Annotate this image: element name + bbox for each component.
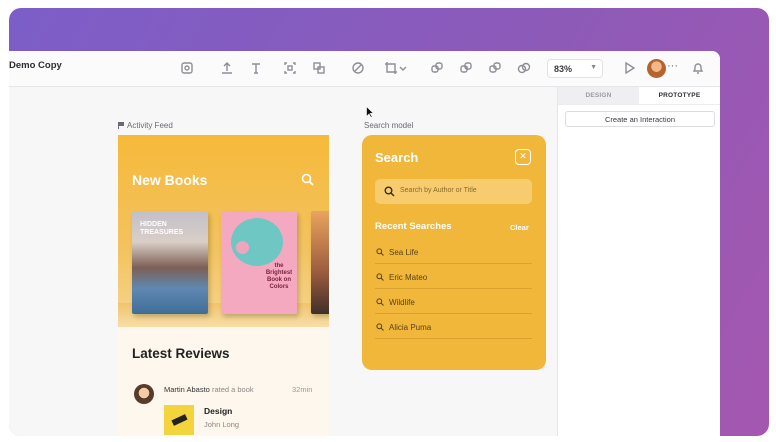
component-icon[interactable] bbox=[429, 60, 445, 76]
review-book-title[interactable]: Design bbox=[204, 406, 232, 416]
intersect-icon[interactable] bbox=[487, 60, 503, 76]
upload-icon[interactable] bbox=[219, 60, 235, 76]
search-icon bbox=[376, 273, 384, 281]
clear-button[interactable]: Clear bbox=[510, 223, 529, 232]
search-placeholder: Search by Author or Title bbox=[400, 187, 477, 194]
create-interaction-button[interactable]: Create an Interaction bbox=[565, 111, 715, 127]
review-action: rated a book bbox=[211, 385, 254, 394]
latest-reviews-section: Latest Reviews Martin Abasto rated a boo… bbox=[118, 327, 329, 436]
zoom-value: 83% bbox=[554, 64, 573, 74]
inspector-panel: DESIGN PROTOTYPE Create an Interaction bbox=[557, 87, 720, 436]
search-icon bbox=[376, 323, 384, 331]
tab-prototype[interactable]: PROTOTYPE bbox=[639, 87, 720, 104]
play-icon[interactable] bbox=[621, 60, 637, 76]
review-time: 32min bbox=[292, 385, 313, 394]
recent-search-item[interactable]: Sea Life bbox=[375, 239, 532, 264]
search-input[interactable]: Search by Author or Title bbox=[375, 179, 532, 204]
flag-icon bbox=[118, 122, 124, 129]
search-icon bbox=[376, 298, 384, 306]
search-modal-frame[interactable]: Search ✕ Search by Author or Title Recen… bbox=[362, 135, 546, 370]
screenshot-frame: Demo Copy 83% ▼ ··· Activity Feed Search… bbox=[0, 0, 776, 442]
close-icon[interactable]: ✕ bbox=[515, 149, 531, 165]
review-user[interactable]: Martin Abasto bbox=[164, 385, 210, 394]
group-icon[interactable] bbox=[311, 60, 327, 76]
mouse-cursor-icon bbox=[366, 106, 374, 118]
tab-design[interactable]: DESIGN bbox=[558, 87, 639, 104]
text-tool-icon[interactable] bbox=[248, 60, 264, 76]
frame-icon[interactable] bbox=[179, 60, 195, 76]
review-book-cover[interactable] bbox=[164, 405, 194, 435]
design-app-window: Demo Copy 83% ▼ ··· Activity Feed Search… bbox=[9, 51, 720, 436]
bell-icon[interactable] bbox=[690, 60, 706, 76]
review-meta: Martin Abasto rated a book bbox=[164, 385, 254, 394]
pen-icon[interactable] bbox=[350, 60, 366, 76]
crop-icon[interactable] bbox=[383, 60, 399, 76]
avatar[interactable] bbox=[134, 384, 154, 404]
chevron-down-icon[interactable] bbox=[399, 60, 407, 76]
new-books-title: New Books bbox=[132, 172, 208, 188]
select-frame-icon[interactable] bbox=[282, 60, 298, 76]
recent-searches-label: Recent Searches bbox=[375, 221, 452, 232]
search-icon bbox=[376, 248, 384, 256]
zoom-select[interactable]: 83% ▼ bbox=[547, 59, 603, 78]
book-cover[interactable]: the Brightest Book on Colors bbox=[221, 211, 297, 314]
recent-search-item[interactable]: Eric Mateo bbox=[375, 264, 532, 289]
search-title: Search bbox=[375, 150, 419, 165]
more-icon[interactable]: ··· bbox=[667, 60, 678, 72]
section-title: Latest Reviews bbox=[132, 346, 230, 361]
review-book-author: John Long bbox=[204, 420, 240, 429]
book-title: the Brightest Book on Colors bbox=[265, 263, 293, 290]
recent-search-item[interactable]: Wildlife bbox=[375, 289, 532, 314]
book-cover[interactable] bbox=[311, 211, 329, 314]
frame-label-search-model[interactable]: Search model bbox=[364, 121, 413, 130]
frame-label-activity-feed[interactable]: Activity Feed bbox=[118, 121, 173, 130]
document-title[interactable]: Demo Copy bbox=[9, 60, 62, 71]
book-cover[interactable]: HIDDEN TREASURES bbox=[132, 211, 208, 314]
canvas[interactable]: Activity Feed Search model New Books HID… bbox=[9, 87, 557, 436]
search-icon[interactable] bbox=[301, 173, 314, 186]
union-icon[interactable] bbox=[458, 60, 474, 76]
avatar[interactable] bbox=[647, 59, 666, 78]
desktop-background: Demo Copy 83% ▼ ··· Activity Feed Search… bbox=[9, 8, 769, 436]
chevron-down-icon: ▼ bbox=[590, 64, 597, 71]
inspector-tabs: DESIGN PROTOTYPE bbox=[558, 87, 720, 105]
book-art bbox=[236, 241, 249, 254]
search-icon bbox=[384, 186, 395, 197]
toolbar: Demo Copy 83% ▼ ··· bbox=[9, 51, 720, 87]
mask-icon[interactable] bbox=[516, 60, 532, 76]
recent-search-item[interactable]: Alicia Puma bbox=[375, 314, 532, 339]
activity-feed-frame[interactable]: New Books HIDDEN TREASURES the Brightest… bbox=[118, 135, 329, 436]
book-title: HIDDEN TREASURES bbox=[140, 221, 184, 236]
